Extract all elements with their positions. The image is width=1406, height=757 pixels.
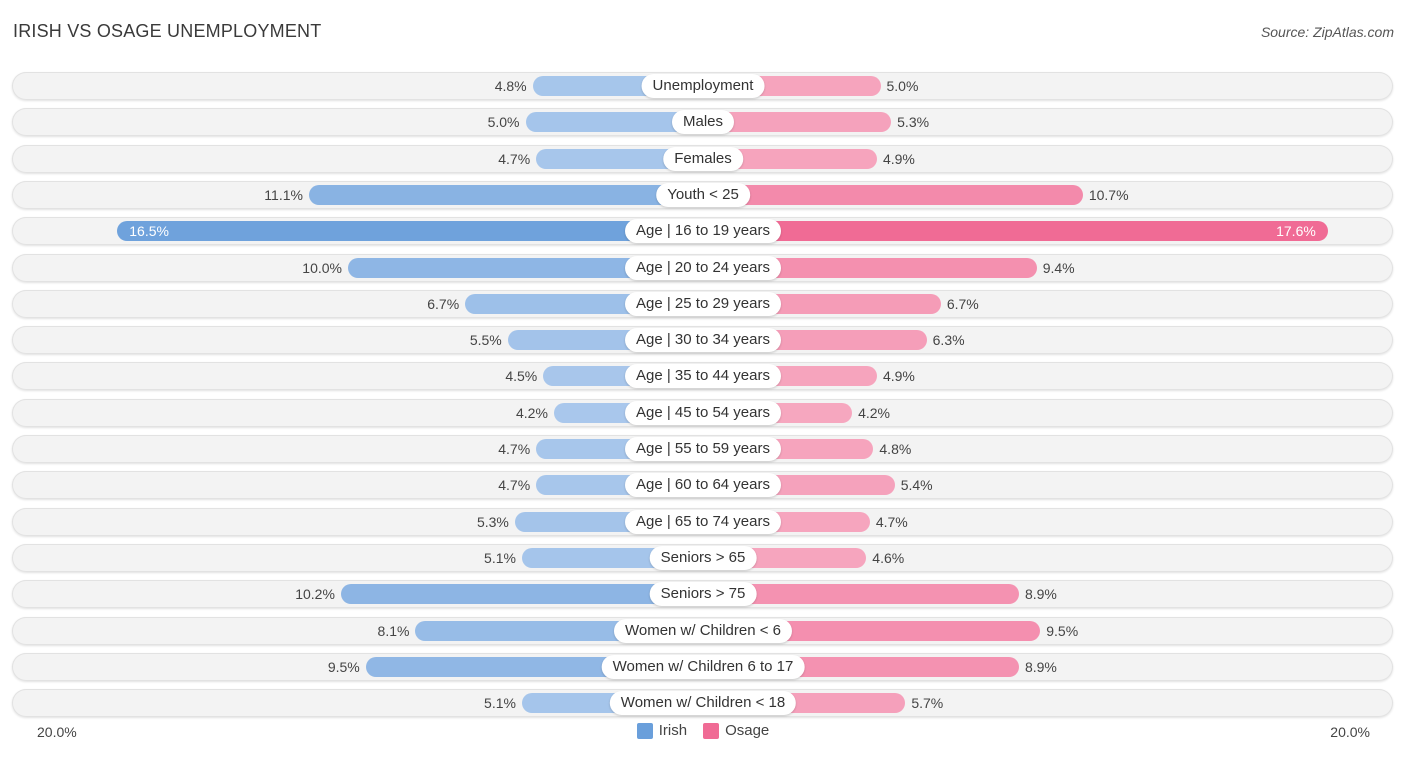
category-label: Age | 65 to 74 years [625, 509, 781, 534]
value-label-irish: 5.5% [469, 332, 502, 349]
value-label-irish: 16.5% [129, 223, 169, 240]
value-label-osage: 4.7% [875, 513, 908, 530]
category-label: Age | 60 to 64 years [625, 473, 781, 498]
category-label: Age | 25 to 29 years [625, 291, 781, 316]
category-label: Males [671, 110, 735, 135]
value-label-irish: 5.1% [484, 695, 516, 712]
value-label-irish: 4.7% [498, 150, 531, 167]
value-label-irish: 4.5% [505, 368, 538, 385]
value-label-osage: 6.3% [932, 332, 965, 349]
category-label: Age | 55 to 59 years [625, 437, 781, 461]
value-label-osage: 5.4% [900, 477, 933, 494]
legend-item-irish[interactable]: Irish [636, 722, 688, 739]
value-label-osage: 4.6% [872, 549, 905, 566]
value-label-osage: 5.0% [886, 78, 919, 94]
bar-irish[interactable] [308, 184, 703, 205]
category-label: Age | 30 to 34 years [625, 328, 781, 353]
value-label-osage: 4.8% [879, 441, 912, 457]
category-label: Age | 16 to 19 years [625, 219, 781, 244]
value-label-osage: 4.9% [882, 368, 915, 385]
legend: Irish Osage [0, 722, 1406, 739]
value-label-irish: 10.0% [302, 259, 342, 276]
category-label: Unemployment [641, 74, 765, 98]
value-label-osage: 9.4% [1042, 259, 1075, 276]
value-label-irish: 5.0% [487, 114, 520, 131]
category-label: Age | 35 to 44 years [625, 364, 781, 389]
value-label-osage: 4.2% [858, 404, 891, 421]
value-label-irish: 5.1% [484, 549, 516, 566]
value-label-osage: 5.3% [897, 114, 930, 131]
legend-swatch-osage [703, 722, 720, 739]
value-label-irish: 9.5% [327, 658, 360, 675]
value-label-irish: 4.2% [515, 404, 548, 421]
value-label-osage: 9.5% [1046, 622, 1079, 639]
diverging-bar-chart: 4.8% 5.0% Unemployment 5.0% 5.3% Males 4.7% 4.9… [0, 0, 1406, 757]
value-label-irish: 4.8% [494, 78, 527, 94]
value-label-osage: 10.7% [1088, 186, 1129, 203]
legend-label-irish: Irish [658, 722, 688, 739]
value-label-osage: 8.9% [1024, 658, 1057, 675]
category-label: Seniors > 75 [649, 582, 757, 607]
value-label-osage: 4.9% [882, 150, 915, 167]
value-label-irish: 6.7% [427, 295, 460, 312]
value-label-irish: 11.1% [264, 186, 303, 203]
bar-osage[interactable] [703, 184, 1083, 205]
bar-irish[interactable] [117, 221, 703, 242]
value-label-irish: 8.1% [377, 622, 410, 639]
legend-label-osage: Osage [725, 722, 770, 739]
legend-item-osage[interactable]: Osage [703, 722, 769, 739]
category-label: Youth < 25 [656, 182, 750, 207]
value-label-osage: 5.7% [911, 695, 944, 712]
category-label: Age | 45 to 54 years [625, 400, 781, 425]
category-label: Females [663, 146, 743, 171]
category-label: Women w/ Children < 18 [609, 691, 797, 716]
category-label: Women w/ Children < 6 [613, 618, 793, 643]
value-label-osage: 17.6% [1276, 223, 1316, 240]
category-label: Seniors > 65 [649, 545, 757, 570]
category-label: Women w/ Children 6 to 17 [601, 654, 805, 679]
bar-osage[interactable] [703, 221, 1328, 242]
value-label-osage: 8.9% [1024, 586, 1057, 603]
legend-swatch-irish [636, 722, 653, 739]
category-label: Age | 20 to 24 years [625, 255, 781, 280]
value-label-irish: 4.7% [498, 441, 531, 457]
value-label-osage: 6.7% [946, 295, 979, 312]
value-label-irish: 4.7% [498, 477, 531, 494]
value-label-irish: 10.2% [295, 586, 335, 603]
bar-irish[interactable] [340, 584, 703, 605]
value-label-irish: 5.3% [476, 513, 509, 530]
